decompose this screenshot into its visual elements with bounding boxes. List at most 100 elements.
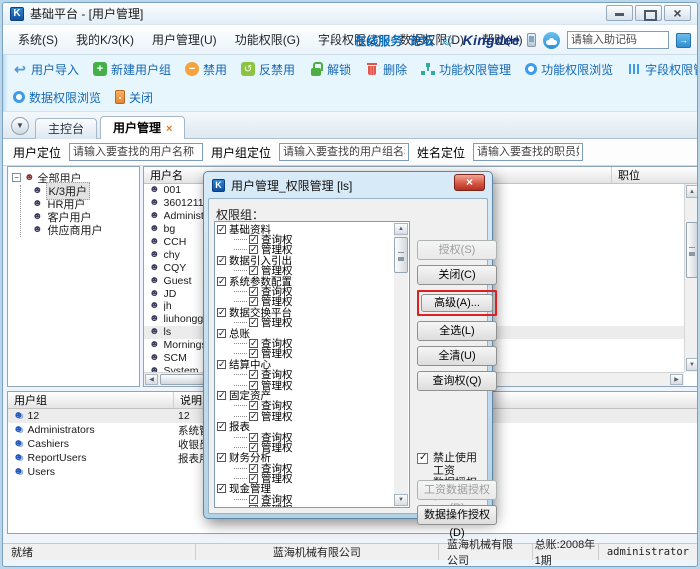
search-go-icon[interactable]: → (676, 33, 691, 48)
checkbox-checked-icon[interactable] (249, 505, 258, 507)
toolbar-button[interactable]: 解锁 (309, 61, 351, 78)
checkbox-checked-icon[interactable] (217, 484, 226, 493)
tab-active[interactable]: 用户管理× (100, 116, 185, 139)
phone-icon[interactable] (527, 33, 536, 47)
checkbox-checked-icon[interactable] (249, 245, 258, 254)
permission-node[interactable]: 财务分析 (217, 453, 394, 463)
checkbox-checked-icon[interactable] (249, 464, 258, 473)
tab-inactive[interactable]: 主控台 (35, 118, 97, 139)
salary-checkbox[interactable] (417, 453, 428, 464)
mnemonic-search-input[interactable] (567, 31, 669, 49)
permission-node[interactable]: 数据引入引出 (217, 255, 394, 265)
smiley-icon[interactable]: ☺ (440, 33, 455, 48)
collapse-icon[interactable]: − (12, 173, 21, 182)
checkbox-checked-icon[interactable] (249, 297, 258, 306)
checkbox-checked-icon[interactable] (217, 360, 226, 369)
scroll-right-icon[interactable]: ▶ (670, 374, 683, 385)
toolbar-button[interactable]: 字段权限管理 (627, 61, 698, 78)
dialog-button[interactable]: 全清(U) (417, 346, 497, 366)
scroll-thumb[interactable] (686, 222, 698, 278)
permission-subnode[interactable]: 查询权 (234, 338, 394, 348)
checkbox-checked-icon[interactable] (249, 401, 258, 410)
dialog-button[interactable]: 全选(L) (417, 321, 497, 341)
toolbar-button[interactable]: 禁用 (185, 61, 227, 78)
permission-subnode[interactable]: 查询权 (234, 432, 394, 442)
checkbox-checked-icon[interactable] (249, 287, 258, 296)
checkbox-checked-icon[interactable] (217, 225, 226, 234)
checkbox-checked-icon[interactable] (249, 474, 258, 483)
dialog-button[interactable]: 授权(S) (417, 240, 497, 260)
scroll-left-icon[interactable]: ◀ (145, 374, 158, 385)
permission-tree-scrollbar[interactable]: ▲ ▼ (394, 223, 408, 506)
scroll-up-icon[interactable]: ▲ (394, 223, 408, 235)
close-window-icon[interactable] (664, 5, 691, 21)
toolbar-button[interactable]: 功能权限管理 (421, 61, 511, 78)
permission-node[interactable]: 数据交换平台 (217, 307, 394, 317)
scroll-down-icon[interactable]: ▼ (686, 358, 698, 371)
checkbox-checked-icon[interactable] (249, 433, 258, 442)
toolbar-button[interactable]: 功能权限浏览 (525, 61, 613, 78)
toolbar-button[interactable]: 新建用户组 (93, 61, 171, 78)
permission-subnode[interactable]: 管理权 (234, 411, 394, 421)
menu-item[interactable]: 系统(S) (9, 26, 67, 54)
checkbox-checked-icon[interactable] (217, 308, 226, 317)
minimize-icon[interactable] (606, 5, 633, 21)
checkbox-checked-icon[interactable] (217, 453, 226, 462)
menu-item[interactable]: 用户管理(U) (143, 26, 226, 54)
permission-subnode[interactable]: 管理权 (234, 505, 394, 507)
locator-input[interactable] (279, 143, 409, 161)
checkbox-checked-icon[interactable] (249, 412, 258, 421)
permission-node[interactable]: 报表 (217, 421, 394, 431)
permission-node[interactable]: 基础资料 (217, 224, 394, 234)
permission-node[interactable]: 系统参数配置 (217, 276, 394, 286)
advanced-button[interactable]: 高级(A)... (421, 294, 493, 312)
checkbox-checked-icon[interactable] (217, 329, 226, 338)
checkbox-checked-icon[interactable] (217, 422, 226, 431)
checkbox-checked-icon[interactable] (249, 370, 258, 379)
checkbox-checked-icon[interactable] (249, 235, 258, 244)
user-list-vertical-scrollbar[interactable]: ▲ ▼ (684, 184, 698, 372)
maximize-icon[interactable] (635, 5, 662, 21)
salary-data-auth-button[interactable]: 工资数据授权(R) (417, 480, 497, 500)
dialog-button[interactable]: 查询权(Q) (417, 371, 497, 391)
scroll-up-icon[interactable]: ▲ (686, 185, 698, 198)
permission-node[interactable]: 现金管理 (217, 484, 394, 494)
data-operation-auth-button[interactable]: 数据操作授权(D) (417, 505, 497, 525)
tab-dropdown-icon[interactable]: ▼ (11, 117, 29, 135)
toolbar-button[interactable]: 用户导入 (13, 61, 79, 78)
toolbar-button[interactable]: 数据权限浏览 (13, 89, 101, 106)
checkbox-checked-icon[interactable] (249, 443, 258, 452)
column-header-position[interactable]: 职位 (612, 167, 698, 183)
scroll-down-icon[interactable]: ▼ (394, 494, 408, 506)
toolbar-button[interactable]: 关闭 (115, 89, 153, 106)
checkbox-checked-icon[interactable] (217, 391, 226, 400)
locator-input[interactable] (69, 143, 203, 161)
menu-item[interactable]: 功能权限(G) (226, 26, 309, 54)
column-header-group[interactable]: 用户组 (8, 392, 174, 408)
checkbox-checked-icon[interactable] (249, 318, 258, 327)
checkbox-checked-icon[interactable] (249, 349, 258, 358)
permission-node[interactable]: 总账 (217, 328, 394, 338)
status-ready: 就绪 (3, 544, 196, 560)
toolbar-button[interactable]: 删除 (365, 61, 407, 78)
tree-item[interactable]: ☻供应商用户 (32, 223, 139, 236)
permission-node[interactable]: 固定资产 (217, 390, 394, 400)
tab-close-icon[interactable]: × (166, 123, 172, 135)
online-service-link[interactable]: 在线服务 (354, 32, 402, 49)
cloud-icon[interactable] (543, 32, 560, 49)
checkbox-checked-icon[interactable] (249, 266, 258, 275)
checkbox-checked-icon[interactable] (249, 495, 258, 504)
checkbox-checked-icon[interactable] (217, 277, 226, 286)
dialog-close-icon[interactable]: × (454, 174, 485, 191)
permission-node[interactable]: 结算中心 (217, 359, 394, 369)
checkbox-checked-icon[interactable] (249, 339, 258, 348)
menu-item[interactable]: 我的K/3(K) (67, 26, 143, 54)
toolbar-button[interactable]: 反禁用 (241, 61, 295, 78)
scroll-thumb[interactable] (394, 237, 408, 273)
dialog-button[interactable]: 关闭(C) (417, 265, 497, 285)
dialog-logo-icon: K (212, 179, 225, 192)
checkbox-checked-icon[interactable] (217, 256, 226, 265)
checkbox-checked-icon[interactable] (249, 381, 258, 390)
locator-input[interactable] (473, 143, 583, 161)
forum-link[interactable]: 论坛 (409, 32, 433, 49)
